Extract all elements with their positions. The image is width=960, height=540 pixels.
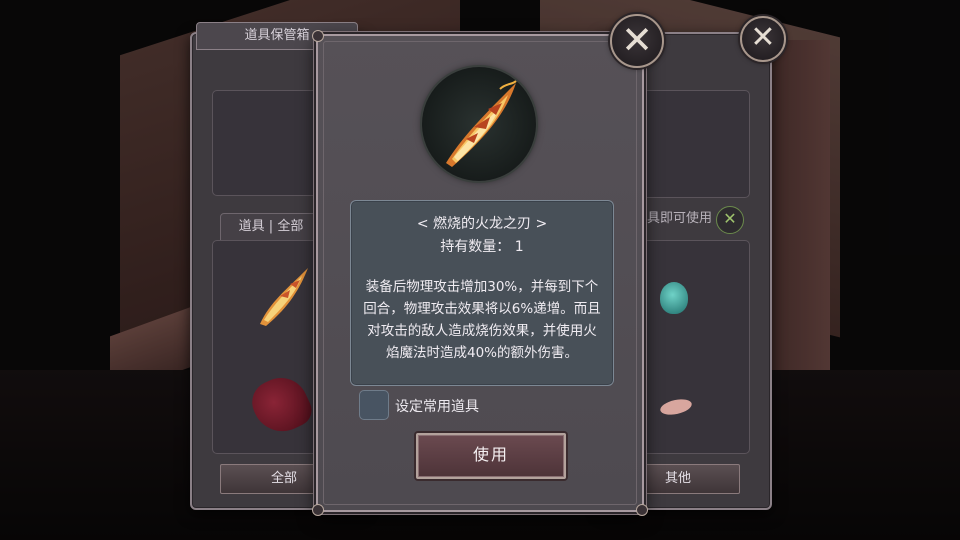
potion-item-icon[interactable] — [660, 282, 688, 314]
clear-filter-icon[interactable]: ✕ — [716, 206, 744, 234]
favorite-checkbox[interactable] — [359, 390, 389, 420]
inventory-tab[interactable]: 道具 | 全部 — [220, 213, 322, 241]
close-icon[interactable]: ✕ — [610, 14, 664, 68]
frame-corner-ornament — [636, 504, 648, 516]
item-name: < 燃烧的火龙之刃 > — [416, 216, 548, 232]
flame-dragon-blade-slot-icon[interactable] — [250, 262, 316, 332]
frame-corner-ornament — [312, 504, 324, 516]
item-portrait-frame — [422, 67, 536, 181]
flame-dragon-blade-icon — [446, 80, 517, 167]
storage-slot-area-right — [630, 90, 750, 198]
item-description: 装备后物理攻击增加30%，并每到下个回合，物理攻击效果将以6%递增。而且对攻击的… — [363, 279, 601, 361]
inventory-grid-right — [630, 240, 750, 454]
item-count: 持有数量： 1 — [440, 239, 524, 255]
use-button[interactable]: 使用 — [416, 433, 566, 479]
favorite-checkbox-label: 设定常用道具 — [395, 399, 479, 415]
close-icon[interactable]: ✕ — [740, 16, 786, 62]
frame-corner-ornament — [312, 30, 324, 42]
